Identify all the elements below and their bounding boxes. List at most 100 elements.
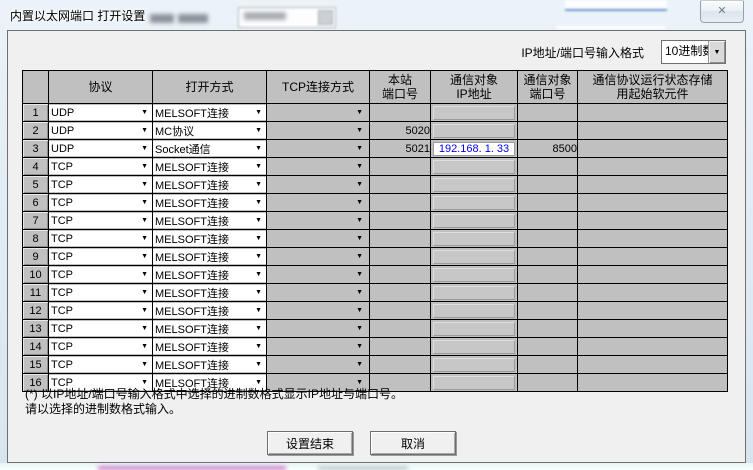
cancel-button[interactable]: 取消 (370, 431, 456, 455)
tcp-mode-select[interactable]: ▼ (268, 357, 369, 372)
local-port-cell[interactable]: 5021 (369, 139, 431, 158)
tcp-mode-cell: ▼ (266, 319, 370, 338)
open-method-select[interactable]: MELSOFT连接 ▼ (153, 213, 266, 228)
close-button[interactable]: ✕ (700, 0, 744, 23)
confirm-button[interactable]: 设置结束 (267, 431, 353, 455)
chevron-down-icon: ▼ (255, 235, 262, 242)
row-number-cell[interactable]: 8 (22, 229, 49, 248)
protocol-select[interactable]: TCP ▼ (49, 357, 152, 372)
row-number-cell[interactable]: 7 (22, 211, 49, 230)
protocol-select[interactable]: TCP ▼ (49, 195, 152, 210)
open-method-select[interactable]: MELSOFT连接 ▼ (153, 267, 266, 282)
row-number-cell[interactable]: 15 (22, 355, 49, 374)
open-method-cell: Socket通信 ▼ (152, 139, 267, 158)
protocol-select[interactable]: TCP ▼ (49, 231, 152, 246)
protocol-select[interactable]: TCP ▼ (49, 159, 152, 174)
protocol-cell: TCP ▼ (48, 337, 153, 356)
target-ip-field (433, 375, 515, 390)
footer-note-line2: 请以选择的进制数格式输入。 (25, 402, 182, 416)
open-method-select[interactable]: MELSOFT连接 ▼ (153, 105, 266, 120)
row-number-cell[interactable]: 13 (22, 319, 49, 338)
row-number-cell[interactable]: 2 (22, 121, 49, 140)
open-method-select[interactable]: MELSOFT连接 ▼ (153, 303, 266, 318)
tcp-mode-select[interactable]: ▼ (268, 123, 369, 138)
tcp-mode-select[interactable]: ▼ (268, 321, 369, 336)
open-method-select[interactable]: MELSOFT连接 ▼ (153, 285, 266, 300)
protocol-select[interactable]: TCP ▼ (49, 303, 152, 318)
chevron-down-icon: ▼ (255, 271, 262, 278)
protocol-select[interactable]: TCP ▼ (49, 249, 152, 264)
tcp-mode-select[interactable]: ▼ (268, 267, 369, 282)
protocol-select[interactable]: UDP ▼ (49, 141, 152, 156)
row-number-cell[interactable]: 6 (22, 193, 49, 212)
storage-device-cell (577, 265, 728, 284)
tcp-mode-select[interactable]: ▼ (268, 105, 369, 120)
chevron-down-icon: ▼ (356, 253, 363, 260)
open-method-cell: MELSOFT连接 ▼ (152, 229, 267, 248)
target-ip-field (433, 213, 515, 228)
protocol-select[interactable]: TCP ▼ (49, 267, 152, 282)
row-number-cell[interactable]: 1 (22, 103, 49, 122)
row-number-cell[interactable]: 14 (22, 337, 49, 356)
local-port-cell (369, 319, 431, 338)
tcp-mode-select[interactable]: ▼ (268, 339, 369, 354)
protocol-select[interactable]: UDP ▼ (49, 105, 152, 120)
protocol-select[interactable]: TCP ▼ (49, 213, 152, 228)
tcp-mode-select[interactable]: ▼ (268, 141, 369, 156)
protocol-select-value: TCP (51, 286, 73, 299)
row-number-cell[interactable]: 10 (22, 265, 49, 284)
open-method-select[interactable]: MELSOFT连接 ▼ (153, 339, 266, 354)
open-method-select[interactable]: MELSOFT连接 ▼ (153, 321, 266, 336)
storage-device-cell (577, 193, 728, 212)
protocol-select[interactable]: TCP ▼ (49, 177, 152, 192)
open-method-select[interactable]: MELSOFT连接 ▼ (153, 357, 266, 372)
title-bar[interactable]: 内置以太网端口 打开设置 ✕ (0, 0, 753, 30)
tcp-mode-select[interactable]: ▼ (268, 249, 369, 264)
target-ip-cell (430, 157, 518, 176)
open-method-select[interactable]: MELSOFT连接 ▼ (153, 195, 266, 210)
target-port-cell (517, 301, 578, 320)
open-method-select[interactable]: MELSOFT连接 ▼ (153, 177, 266, 192)
row-number-cell[interactable]: 11 (22, 283, 49, 302)
storage-device-cell (577, 301, 728, 320)
protocol-select-value: UDP (51, 106, 75, 119)
tcp-mode-cell: ▼ (266, 175, 370, 194)
tcp-mode-select[interactable]: ▼ (268, 159, 369, 174)
target-ip-field[interactable]: 192.168. 1. 33 (433, 141, 515, 156)
chevron-down-icon: ▼ (356, 109, 363, 116)
protocol-select[interactable]: TCP ▼ (49, 285, 152, 300)
format-select[interactable]: 10进制数 ▼ (661, 40, 726, 64)
open-method-cell: MELSOFT连接 ▼ (152, 193, 267, 212)
table-row: 6 TCP ▼ MELSOFT连接 ▼ ▼ (22, 193, 728, 212)
open-method-select[interactable]: Socket通信 ▼ (153, 141, 266, 156)
chevron-down-icon: ▼ (356, 145, 363, 152)
local-port-cell (369, 229, 431, 248)
protocol-select[interactable]: TCP ▼ (49, 321, 152, 336)
tcp-mode-select[interactable]: ▼ (268, 213, 369, 228)
open-method-select[interactable]: MELSOFT连接 ▼ (153, 159, 266, 174)
protocol-select-value: TCP (51, 214, 73, 227)
tcp-mode-select[interactable]: ▼ (268, 195, 369, 210)
tcp-mode-select[interactable]: ▼ (268, 231, 369, 246)
row-number-cell[interactable]: 9 (22, 247, 49, 266)
target-port-cell[interactable]: 8500 (517, 139, 578, 158)
row-number-cell[interactable]: 5 (22, 175, 49, 194)
local-port-cell[interactable]: 5020 (369, 121, 431, 140)
open-method-select[interactable]: MC协议 ▼ (153, 123, 266, 138)
row-number-cell[interactable]: 3 (22, 139, 49, 158)
storage-device-cell (577, 229, 728, 248)
row-number-cell[interactable]: 12 (22, 301, 49, 320)
table-row: 3 UDP ▼ Socket通信 ▼ ▼ 5021 192.168. 1. 33 8500 (22, 139, 728, 158)
protocol-select[interactable]: TCP ▼ (49, 339, 152, 354)
target-ip-field (433, 303, 515, 318)
connection-table: 协议 打开方式 TCP连接方式 本站 端口号 通信对象 IP地址 通信对象 端口… (22, 70, 728, 392)
local-port-cell (369, 157, 431, 176)
row-number-cell[interactable]: 4 (22, 157, 49, 176)
protocol-select-value: TCP (51, 160, 73, 173)
tcp-mode-select[interactable]: ▼ (268, 303, 369, 318)
protocol-select[interactable]: UDP ▼ (49, 123, 152, 138)
tcp-mode-select[interactable]: ▼ (268, 285, 369, 300)
open-method-select[interactable]: MELSOFT连接 ▼ (153, 231, 266, 246)
tcp-mode-select[interactable]: ▼ (268, 177, 369, 192)
open-method-select[interactable]: MELSOFT连接 ▼ (153, 249, 266, 264)
